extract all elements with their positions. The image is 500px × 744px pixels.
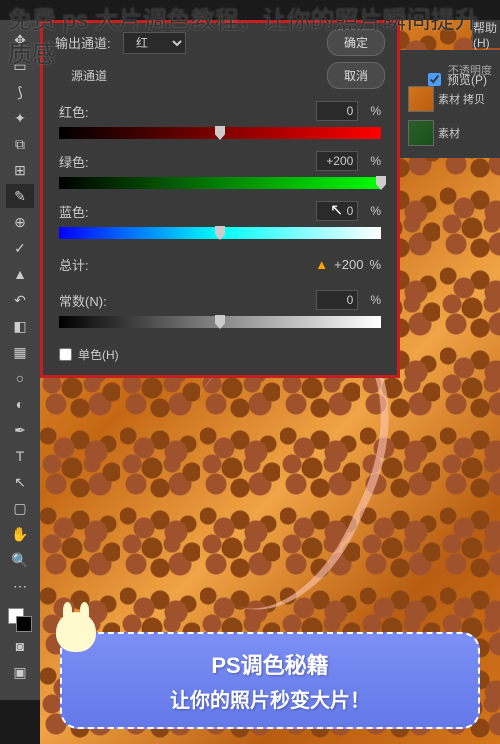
slider-thumb[interactable] (215, 315, 225, 329)
bunny-icon (56, 612, 96, 652)
total-value: +200 (334, 257, 363, 272)
promo-badge: PS调色秘籍 让你的照片秒变大片！ (60, 632, 480, 729)
monochrome-checkbox[interactable] (59, 348, 72, 361)
layer-name: 素材 (438, 125, 460, 141)
page-overlay-title: 免费 ps 大片调色教程，让你的照片瞬间提升质感 (0, 0, 500, 75)
history-tool[interactable]: ↶ (6, 288, 34, 312)
green-label: 绿色: (59, 152, 109, 171)
blue-slider[interactable] (59, 227, 381, 239)
green-slider[interactable] (59, 177, 381, 189)
frame-tool[interactable]: ⊞ (6, 158, 34, 182)
green-input[interactable] (316, 151, 358, 171)
constant-slider[interactable] (59, 316, 381, 328)
shape-tool[interactable]: ▢ (6, 496, 34, 520)
brush-tool[interactable]: ✓ (6, 236, 34, 260)
slider-thumb[interactable] (215, 126, 225, 140)
screen-mode[interactable]: ▣ (6, 660, 34, 684)
red-input[interactable] (316, 101, 358, 121)
blue-label: 蓝色: (59, 202, 109, 221)
percent-label: % (369, 257, 381, 272)
crop-tool[interactable]: ⧉ (6, 132, 34, 156)
layer-thumb-icon (408, 120, 434, 146)
constant-input[interactable] (316, 290, 358, 310)
badge-subtitle: 让你的照片秒变大片！ (82, 684, 458, 713)
red-label: 红色: (59, 102, 109, 121)
layer-name: 素材 拷贝 (438, 91, 485, 107)
layer-original[interactable]: 素材 (404, 116, 496, 150)
blur-tool[interactable]: ○ (6, 366, 34, 390)
type-tool[interactable]: T (6, 444, 34, 468)
constant-label: 常数(N): (59, 291, 109, 310)
monochrome-row[interactable]: 单色(H) (43, 334, 397, 375)
background-color[interactable] (16, 616, 32, 632)
eyedropper-tool[interactable]: ✎ (6, 184, 34, 208)
red-slider[interactable] (59, 127, 381, 139)
wand-tool[interactable]: ✦ (6, 106, 34, 130)
percent-label: % (370, 293, 381, 307)
dodge-tool[interactable]: ◐ (6, 392, 34, 416)
layer-thumb-icon (408, 86, 434, 112)
eraser-tool[interactable]: ◧ (6, 314, 34, 338)
zoom-tool[interactable]: 🔍 (6, 548, 34, 572)
warning-icon: ▲ (315, 257, 328, 272)
lasso-tool[interactable]: ⟆ (6, 80, 34, 104)
hand-tool[interactable]: ✋ (6, 522, 34, 546)
gradient-tool[interactable]: ▦ (6, 340, 34, 364)
stamp-tool[interactable]: ▲ (6, 262, 34, 286)
percent-label: % (370, 204, 381, 218)
tools-panel: ✥ ▭ ⟆ ✦ ⧉ ⊞ ✎ ⊕ ✓ ▲ ↶ ◧ ▦ ○ ◐ ✒ T ↖ ▢ ✋ … (0, 20, 40, 700)
more-tool[interactable]: ⋯ (6, 574, 34, 598)
heal-tool[interactable]: ⊕ (6, 210, 34, 234)
monochrome-label: 单色(H) (78, 346, 119, 363)
total-label: 总计: (59, 255, 89, 274)
slider-thumb[interactable] (376, 176, 386, 190)
path-tool[interactable]: ↖ (6, 470, 34, 494)
percent-label: % (370, 154, 381, 168)
mask-mode[interactable]: ◙ (6, 634, 34, 658)
cursor-icon: ↖ (330, 200, 343, 220)
color-swatch[interactable] (8, 608, 32, 632)
slider-thumb[interactable] (215, 226, 225, 240)
percent-label: % (370, 104, 381, 118)
pen-tool[interactable]: ✒ (6, 418, 34, 442)
badge-title: PS调色秘籍 (82, 648, 458, 680)
